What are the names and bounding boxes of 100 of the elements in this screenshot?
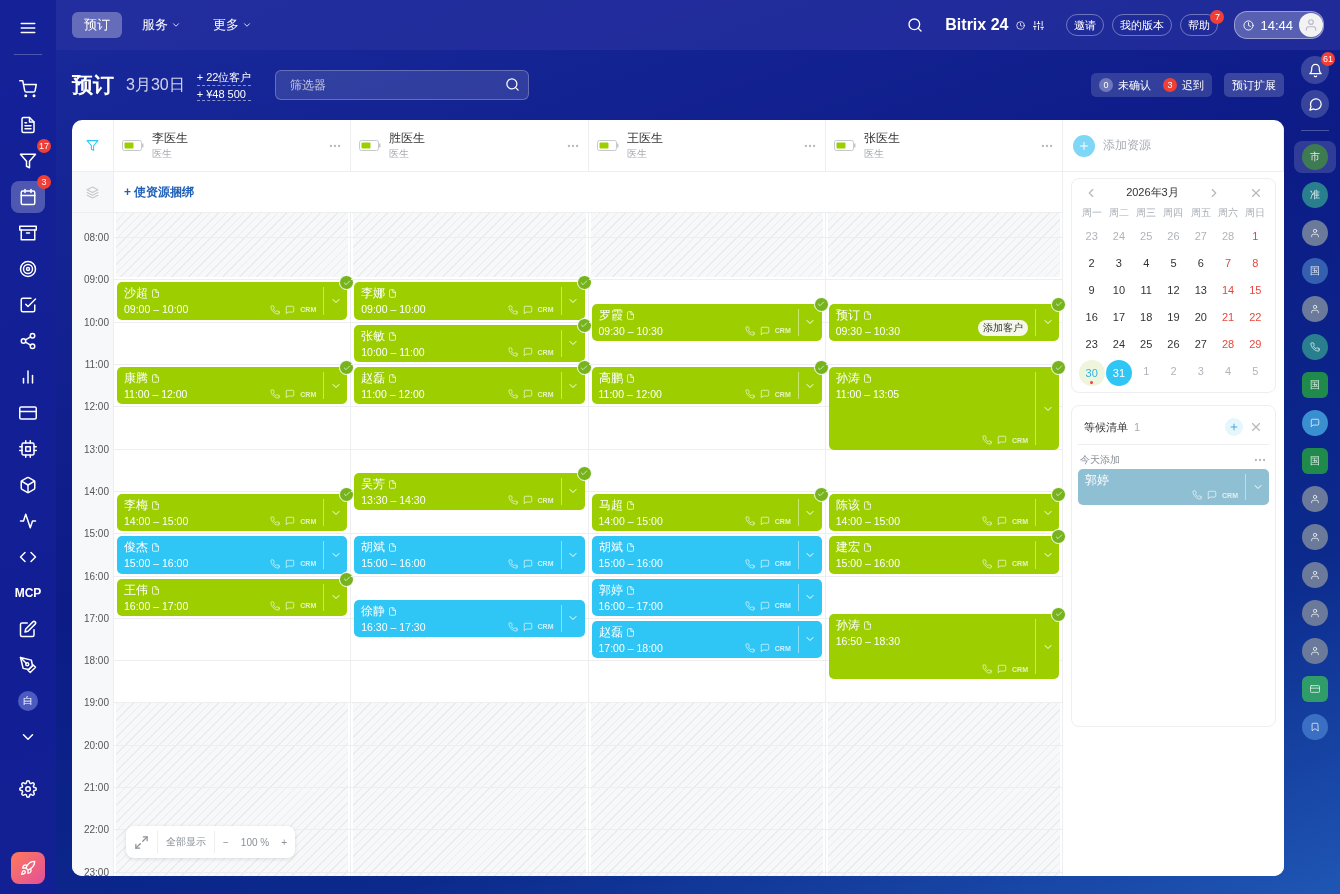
- chat-avatar[interactable]: 国: [1302, 448, 1328, 474]
- calendar-day[interactable]: 16: [1079, 306, 1105, 328]
- phone-icon[interactable]: [744, 325, 755, 336]
- filter-icon[interactable]: [86, 139, 99, 152]
- calendar-day[interactable]: 17: [1106, 306, 1132, 328]
- chat-icon[interactable]: [285, 558, 296, 569]
- calendar-day[interactable]: 28: [1215, 333, 1241, 355]
- calendar-day[interactable]: 11: [1133, 279, 1159, 301]
- phone-icon[interactable]: [270, 389, 281, 400]
- phone-icon[interactable]: [270, 516, 281, 527]
- chat-icon[interactable]: [522, 621, 533, 632]
- search-icon[interactable]: [505, 77, 521, 92]
- calendar-day[interactable]: 14: [1215, 279, 1241, 301]
- messages-button[interactable]: [1301, 90, 1329, 118]
- chat-avatar[interactable]: 国: [1302, 372, 1328, 398]
- chat-icon[interactable]: [285, 304, 296, 315]
- booking-card[interactable]: 预订 09:30 – 10:30 添加客户: [828, 303, 1059, 341]
- phone-icon[interactable]: [744, 600, 755, 611]
- summary-link[interactable]: + ¥48 500: [196, 87, 252, 101]
- zoom-in-button[interactable]: +: [273, 826, 296, 858]
- sidebar-item[interactable]: 白: [11, 685, 45, 717]
- calendar-day[interactable]: 31: [1105, 360, 1132, 386]
- phone-icon[interactable]: [270, 600, 281, 611]
- calendar-day[interactable]: 3: [1188, 360, 1214, 382]
- work-time-button[interactable]: 14:44: [1234, 11, 1324, 39]
- add-client-button[interactable]: 添加客户: [978, 319, 1028, 336]
- calendar-day[interactable]: 25: [1133, 333, 1159, 355]
- calendar-day[interactable]: 4: [1133, 252, 1159, 274]
- calendar-day[interactable]: 7: [1215, 252, 1241, 274]
- chat-icon[interactable]: [759, 325, 770, 336]
- chat-icon[interactable]: [997, 435, 1008, 446]
- avatar-photo[interactable]: [1302, 562, 1328, 588]
- phone-icon[interactable]: [507, 495, 518, 506]
- chat-icon[interactable]: [759, 389, 770, 400]
- chat-icon[interactable]: [759, 643, 770, 654]
- avatar-photo[interactable]: [1302, 296, 1328, 322]
- layers-icon[interactable]: [86, 185, 99, 199]
- calendar-day[interactable]: 21: [1215, 306, 1241, 328]
- chat-icon[interactable]: [285, 516, 296, 527]
- calendar-day[interactable]: 23: [1079, 225, 1105, 247]
- phone-icon[interactable]: [507, 621, 518, 632]
- chat-avatar[interactable]: 国: [1302, 258, 1328, 284]
- calendar-day[interactable]: 10: [1106, 279, 1132, 301]
- calendar-day[interactable]: 1: [1242, 225, 1268, 247]
- chat-avatar[interactable]: [1302, 714, 1328, 740]
- avatar-photo[interactable]: [1302, 486, 1328, 512]
- phone-icon[interactable]: [507, 558, 518, 569]
- status-counters[interactable]: 0 未确认 3 迟到: [1091, 73, 1212, 97]
- calendar-day[interactable]: 8: [1242, 252, 1268, 274]
- chat-icon[interactable]: [285, 389, 296, 400]
- calendar-day[interactable]: 15: [1242, 279, 1268, 301]
- phone-icon[interactable]: [1192, 490, 1203, 500]
- calendar-day[interactable]: 30: [1078, 360, 1105, 386]
- chat-icon[interactable]: [759, 600, 770, 611]
- calendar-day[interactable]: 27: [1188, 225, 1214, 247]
- add-button[interactable]: [1225, 418, 1243, 436]
- chat-icon[interactable]: [522, 347, 533, 357]
- calendar-day[interactable]: 2: [1079, 252, 1105, 274]
- chat-icon[interactable]: [759, 516, 770, 527]
- chat-avatar[interactable]: [1302, 334, 1328, 360]
- chat-avatar[interactable]: [1302, 410, 1328, 436]
- avatar-photo[interactable]: [1302, 524, 1328, 550]
- calendar-day[interactable]: 20: [1188, 306, 1214, 328]
- chat-icon[interactable]: [285, 600, 296, 611]
- chat-icon[interactable]: [759, 558, 770, 569]
- chat-icon[interactable]: [522, 558, 533, 569]
- nav-tab[interactable]: 更多: [201, 12, 264, 38]
- phone-icon[interactable]: [982, 664, 993, 675]
- chat-icon[interactable]: [522, 304, 533, 315]
- phone-icon[interactable]: [744, 389, 755, 400]
- phone-icon[interactable]: [507, 304, 518, 315]
- chat-icon[interactable]: [1207, 490, 1218, 500]
- phone-icon[interactable]: [982, 435, 993, 446]
- calendar-day[interactable]: 5: [1161, 252, 1186, 274]
- phone-icon[interactable]: [507, 347, 518, 357]
- calendar-day[interactable]: 3: [1106, 252, 1132, 274]
- calendar-day[interactable]: 27: [1188, 333, 1214, 355]
- add-resource-button[interactable]: 添加资源: [1063, 134, 1161, 157]
- calendar-day[interactable]: 26: [1161, 333, 1186, 355]
- user-avatar[interactable]: [1299, 13, 1323, 37]
- extension-button[interactable]: 预订扩展: [1224, 73, 1284, 97]
- calendar-day[interactable]: 19: [1161, 306, 1186, 328]
- phone-icon[interactable]: [744, 558, 755, 569]
- calendar-day[interactable]: 4: [1215, 360, 1241, 382]
- phone-icon[interactable]: [982, 558, 993, 569]
- chat-icon[interactable]: [522, 389, 533, 400]
- calendar-day[interactable]: 13: [1188, 279, 1214, 301]
- phone-icon[interactable]: [270, 304, 281, 315]
- phone-icon[interactable]: [270, 558, 281, 569]
- calendar-day[interactable]: 23: [1079, 333, 1105, 355]
- calendar-day[interactable]: 26: [1161, 225, 1186, 247]
- sidebar-item[interactable]: MCP: [11, 577, 45, 609]
- calendar-day[interactable]: 1: [1133, 360, 1159, 382]
- calendar-day[interactable]: 22: [1242, 306, 1268, 328]
- calendar-day[interactable]: 28: [1215, 225, 1241, 247]
- zoom-out-button[interactable]: −: [215, 826, 237, 858]
- chat-avatar[interactable]: [1302, 676, 1328, 702]
- phone-icon[interactable]: [744, 516, 755, 527]
- chat-icon[interactable]: [522, 495, 533, 506]
- phone-icon[interactable]: [507, 389, 518, 400]
